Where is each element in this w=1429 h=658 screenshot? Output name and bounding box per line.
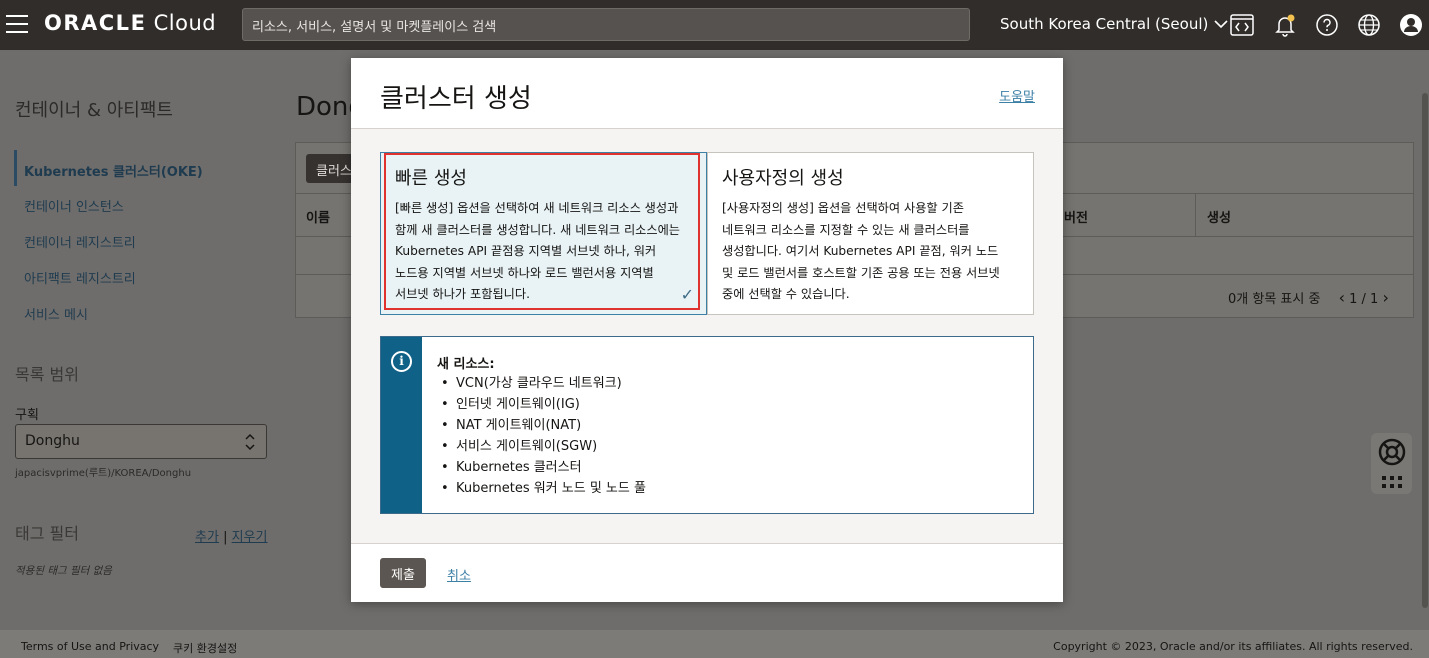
info-stripe: i [381, 337, 422, 513]
compartment-value: Donghu [25, 433, 80, 449]
compartment-label: 구획 [15, 408, 39, 423]
updown-chevron-icon [245, 433, 255, 451]
quick-create-option[interactable]: 빠른 생성 [빠른 생성] 옵션을 선택하여 새 네트워크 리소스 생성과 함께… [380, 152, 707, 315]
tag-clear-link[interactable]: 지우기 [232, 530, 268, 545]
option-title: 사용자정의 생성 [722, 168, 844, 189]
page-footer: Terms of Use and Privacy 쿠키 환경설정 Copyrig… [0, 630, 1429, 658]
bell-icon[interactable] [1272, 12, 1298, 38]
prev-page-icon[interactable]: ‹ [1339, 288, 1345, 307]
sidebar-item-artifact-registry[interactable]: 아티팩트 레지스트리 [24, 268, 136, 287]
custom-create-option[interactable]: 사용자정의 생성 [사용자정의 생성] 옵션을 선택하여 사용할 기존 네트워크… [707, 152, 1034, 315]
code-editor-icon[interactable] [1229, 12, 1255, 38]
dialog-footer: 제출 취소 [351, 543, 1063, 602]
user-icon[interactable] [1398, 12, 1424, 38]
cookie-preferences-link[interactable]: 쿠키 환경설정 [173, 640, 237, 656]
info-icon: i [391, 351, 412, 372]
info-heading: 새 리소스: [437, 357, 495, 372]
list-item: 서비스 게이트웨이(SGW) [441, 436, 646, 457]
tag-filter-title: 태그 필터 [15, 524, 79, 543]
scrollbar-thumb[interactable] [1422, 93, 1428, 608]
apps-grid-icon[interactable] [1381, 475, 1403, 489]
region-label: South Korea Central (Seoul) [1000, 15, 1209, 33]
submit-button[interactable]: 제출 [380, 558, 426, 588]
terms-link[interactable]: Terms of Use and Privacy [21, 640, 159, 653]
compartment-path: japacisvprime(루트)/KOREA/Donghu [15, 468, 192, 479]
pager: 0개 항목 표시 중 ‹ 1 / 1 › [1228, 288, 1389, 307]
top-bar: ORACLE Cloud 리소스, 서비스, 설명서 및 마켓플레이스 검색 S… [0, 0, 1429, 50]
compartment-select[interactable]: Donghu [15, 424, 267, 459]
globe-icon[interactable] [1356, 12, 1382, 38]
tag-separator: | [223, 530, 228, 545]
nav-title: 컨테이너 & 아티팩트 [15, 100, 173, 121]
copyright-text: Copyright © 2023, Oracle and/or its affi… [1053, 640, 1413, 653]
checkmark-icon: ✓ [680, 285, 694, 304]
column-header-version[interactable]: 버전 [1064, 207, 1088, 226]
help-link[interactable]: 도움말 [999, 86, 1035, 105]
sidebar-item-container-registry[interactable]: 컨테이너 레지스트리 [24, 232, 136, 251]
oracle-cloud-logo[interactable]: ORACLE Cloud [44, 11, 216, 35]
column-header-created[interactable]: 생성 [1207, 207, 1231, 226]
lifebuoy-icon[interactable] [1378, 438, 1406, 466]
pager-count: 0개 항목 표시 중 [1228, 292, 1321, 307]
dialog-title: 클러스터 생성 [380, 84, 532, 114]
pager-pages: 1 / 1 [1349, 292, 1379, 307]
list-scope-title: 목록 범위 [15, 365, 79, 384]
list-item: 인터넷 게이트웨이(IG) [441, 394, 646, 415]
sidebar-item-kubernetes-clusters[interactable]: Kubernetes 클러스터(OKE) [24, 161, 203, 180]
list-item: Kubernetes 클러스터 [441, 457, 646, 478]
cancel-link[interactable]: 취소 [447, 565, 471, 584]
sidebar-item-container-instances[interactable]: 컨테이너 인스턴스 [24, 196, 124, 215]
tag-filter-actions: 추가 | 지우기 [195, 526, 267, 545]
option-title: 빠른 생성 [395, 168, 467, 189]
list-item: VCN(가상 클라우드 네트워크) [441, 373, 646, 394]
create-cluster-dialog: 클러스터 생성 도움말 빠른 생성 [빠른 생성] 옵션을 선택하여 새 네트워… [351, 58, 1063, 602]
menu-icon[interactable] [6, 15, 28, 33]
search-input[interactable]: 리소스, 서비스, 설명서 및 마켓플레이스 검색 [242, 8, 970, 41]
column-header-name[interactable]: 이름 [306, 207, 330, 226]
resources-list: VCN(가상 클라우드 네트워크) 인터넷 게이트웨이(IG) NAT 게이트웨… [441, 373, 646, 499]
new-resources-info-box: i 새 리소스: VCN(가상 클라우드 네트워크) 인터넷 게이트웨이(IG)… [380, 336, 1034, 514]
option-description: [사용자정의 생성] 옵션을 선택하여 사용할 기존 네트워크 리소스를 지정할… [722, 201, 1000, 301]
dialog-header: 클러스터 생성 도움말 [351, 58, 1063, 129]
list-item: Kubernetes 워커 노드 및 노드 풀 [441, 478, 646, 499]
column-divider [1195, 194, 1196, 236]
tag-empty-text: 적용된 태그 필터 없음 [15, 565, 112, 577]
active-indicator [14, 150, 17, 186]
list-item: NAT 게이트웨이(NAT) [441, 415, 646, 436]
tag-add-link[interactable]: 추가 [195, 530, 219, 545]
chevron-down-icon [1214, 20, 1228, 29]
sidebar-item-service-mesh[interactable]: 서비스 메시 [24, 304, 88, 323]
help-icon[interactable] [1314, 12, 1340, 38]
region-selector[interactable]: South Korea Central (Seoul) [1000, 15, 1228, 33]
help-widget[interactable] [1371, 433, 1412, 494]
option-description: [빠른 생성] 옵션을 선택하여 새 네트워크 리소스 생성과 함께 새 클러스… [395, 201, 681, 301]
next-page-icon[interactable]: › [1382, 288, 1388, 307]
